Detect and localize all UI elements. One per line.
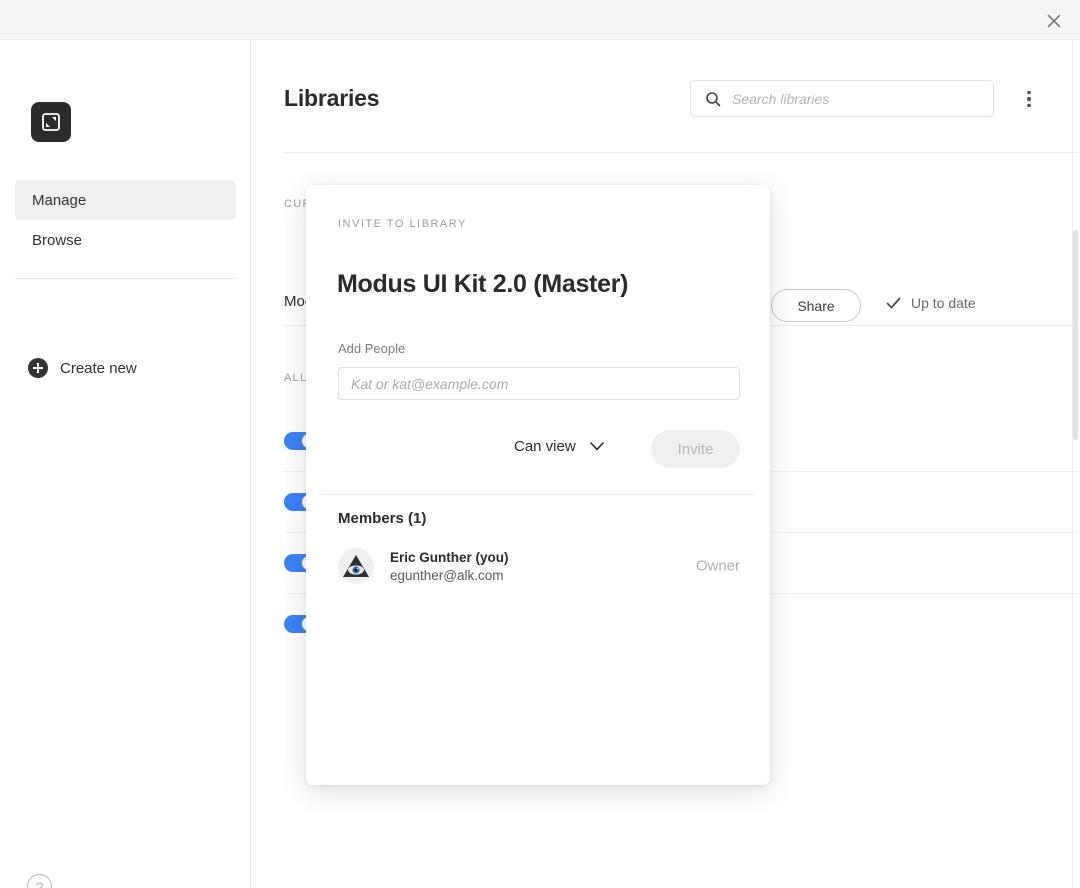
invite-controls-row: Can view Invite bbox=[338, 430, 740, 472]
member-role: Owner bbox=[696, 558, 740, 575]
app-logo-icon bbox=[31, 102, 71, 142]
dialog-eyebrow: INVITE TO LIBRARY bbox=[338, 218, 467, 230]
scrollbar[interactable] bbox=[1073, 230, 1078, 440]
sidebar-nav: Manage Browse bbox=[15, 180, 236, 260]
add-people-input[interactable]: Kat or kat@example.com bbox=[338, 367, 740, 400]
create-new-button[interactable]: Create new bbox=[28, 358, 137, 378]
app-window: Manage Browse Create new ? Libraries Sea… bbox=[0, 0, 1080, 888]
sidebar: Manage Browse Create new ? bbox=[0, 40, 251, 888]
sidebar-item-browse[interactable]: Browse bbox=[15, 220, 236, 260]
more-options-icon[interactable] bbox=[1018, 87, 1040, 111]
sidebar-item-manage[interactable]: Manage bbox=[15, 180, 236, 220]
help-icon[interactable]: ? bbox=[27, 874, 52, 888]
chevron-down-icon bbox=[590, 442, 604, 451]
invite-button[interactable]: Invite bbox=[651, 430, 740, 468]
check-icon bbox=[886, 297, 901, 310]
sidebar-item-label: Manage bbox=[32, 192, 86, 209]
share-button[interactable]: Share bbox=[771, 289, 861, 322]
members-heading: Members (1) bbox=[338, 510, 426, 527]
search-input[interactable]: Search libraries bbox=[690, 80, 994, 117]
sidebar-divider bbox=[15, 278, 236, 279]
permission-dropdown[interactable]: Can view bbox=[514, 438, 604, 455]
dialog-divider bbox=[322, 494, 754, 495]
page-title: Libraries bbox=[284, 85, 379, 112]
avatar bbox=[338, 548, 374, 584]
member-row: Eric Gunther (you) egunther@alk.com Owne… bbox=[338, 543, 740, 589]
content-right-border bbox=[1072, 40, 1073, 888]
member-email: egunther@alk.com bbox=[390, 568, 509, 583]
permission-label: Can view bbox=[514, 438, 576, 455]
invite-label: Invite bbox=[678, 441, 714, 458]
help-glyph: ? bbox=[36, 879, 44, 888]
eye-pyramid-icon bbox=[339, 549, 373, 583]
dialog-title: Modus UI Kit 2.0 (Master) bbox=[337, 270, 628, 299]
status-label: Up to date bbox=[911, 295, 976, 311]
search-icon bbox=[705, 91, 721, 107]
invite-to-library-dialog: INVITE TO LIBRARY Modus UI Kit 2.0 (Mast… bbox=[306, 185, 770, 785]
add-people-label: Add People bbox=[338, 341, 405, 356]
sidebar-item-label: Browse bbox=[32, 232, 82, 249]
plus-circle-icon bbox=[28, 358, 48, 378]
member-name: Eric Gunther (you) bbox=[390, 550, 509, 565]
status-badge: Up to date bbox=[886, 295, 976, 311]
add-people-placeholder: Kat or kat@example.com bbox=[351, 376, 508, 392]
close-icon[interactable] bbox=[1042, 9, 1066, 33]
create-new-label: Create new bbox=[60, 360, 137, 377]
divider bbox=[284, 152, 1080, 153]
share-label: Share bbox=[797, 298, 834, 314]
title-bar bbox=[0, 0, 1080, 40]
search-placeholder: Search libraries bbox=[732, 91, 829, 107]
member-meta: Eric Gunther (you) egunther@alk.com bbox=[390, 550, 509, 583]
